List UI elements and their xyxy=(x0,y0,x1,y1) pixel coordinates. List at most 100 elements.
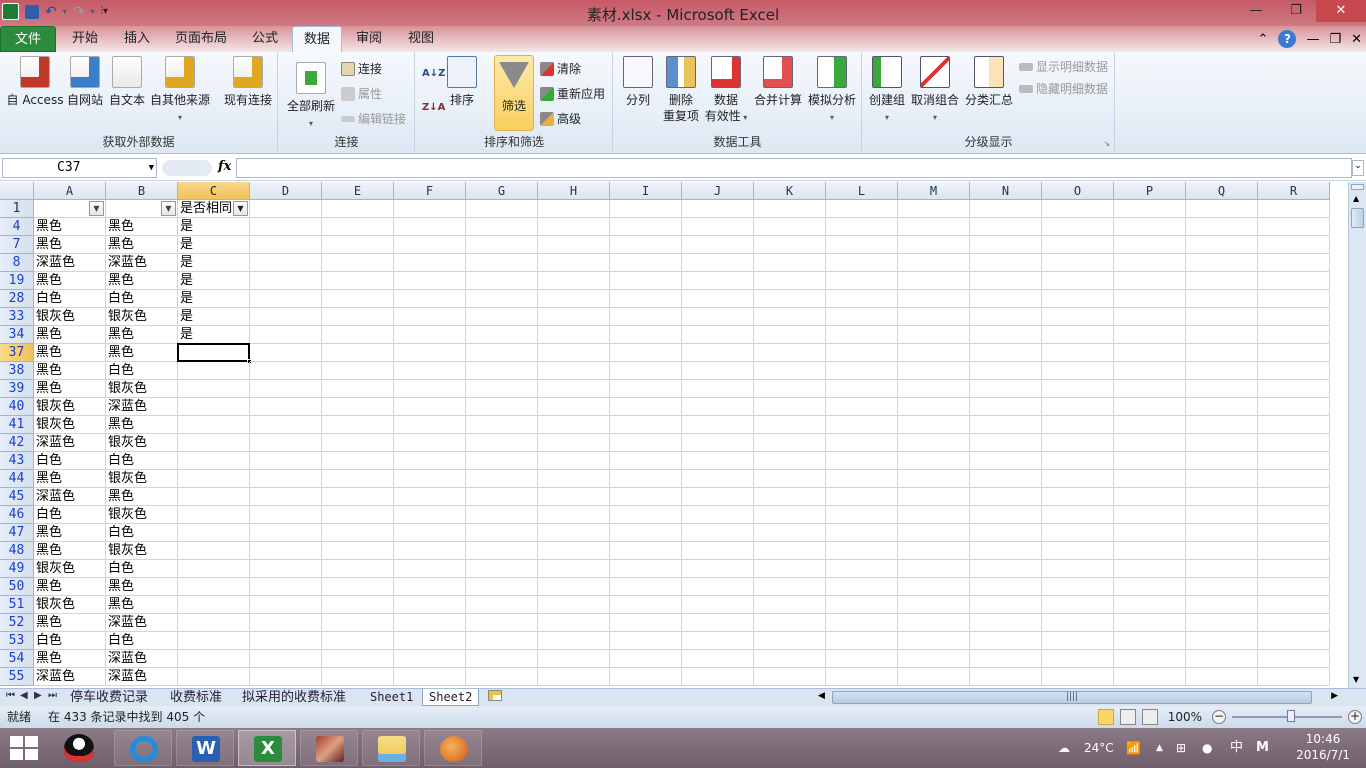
cell[interactable] xyxy=(178,434,250,452)
help-icon[interactable]: ? xyxy=(1278,30,1297,48)
cell[interactable] xyxy=(178,542,250,560)
cell[interactable] xyxy=(322,452,394,470)
from-other-sources-button[interactable]: 自其他来源 ▾ xyxy=(148,56,212,126)
cell[interactable] xyxy=(970,542,1042,560)
cell[interactable] xyxy=(754,650,826,668)
cell[interactable] xyxy=(1258,272,1330,290)
cell[interactable] xyxy=(322,272,394,290)
cell[interactable] xyxy=(1186,596,1258,614)
cell[interactable] xyxy=(754,308,826,326)
cell[interactable] xyxy=(970,452,1042,470)
cell[interactable] xyxy=(322,416,394,434)
cell[interactable] xyxy=(538,596,610,614)
taskbar-app[interactable] xyxy=(424,730,482,766)
cell[interactable] xyxy=(610,290,682,308)
cell[interactable] xyxy=(394,470,466,488)
cell[interactable]: 白色 xyxy=(106,632,178,650)
cell[interactable] xyxy=(1042,614,1114,632)
cell[interactable] xyxy=(1114,578,1186,596)
cell[interactable] xyxy=(682,632,754,650)
cell[interactable] xyxy=(970,254,1042,272)
cell[interactable] xyxy=(610,380,682,398)
cell[interactable]: 银灰色 xyxy=(106,542,178,560)
workbook-minimize-button[interactable]: — xyxy=(1306,32,1319,47)
cell[interactable] xyxy=(754,614,826,632)
cell[interactable] xyxy=(538,488,610,506)
row-header[interactable]: 51 xyxy=(0,596,34,614)
cell[interactable] xyxy=(1186,380,1258,398)
cell[interactable]: 黑色 xyxy=(106,272,178,290)
cell[interactable] xyxy=(250,542,322,560)
cell[interactable] xyxy=(1258,542,1330,560)
cell[interactable]: 深蓝色 xyxy=(34,668,106,686)
cell[interactable] xyxy=(1042,416,1114,434)
cell[interactable] xyxy=(1186,452,1258,470)
page-break-view-button[interactable] xyxy=(1141,709,1158,725)
remove-duplicates-button[interactable]: 删除 重复项 xyxy=(660,56,702,124)
cell[interactable] xyxy=(754,560,826,578)
cell[interactable] xyxy=(1114,290,1186,308)
cell[interactable] xyxy=(682,326,754,344)
cell[interactable] xyxy=(1114,416,1186,434)
cell[interactable] xyxy=(466,272,538,290)
cell[interactable] xyxy=(754,506,826,524)
cell[interactable] xyxy=(682,290,754,308)
cell[interactable] xyxy=(466,362,538,380)
cell[interactable] xyxy=(538,398,610,416)
cell[interactable] xyxy=(1258,488,1330,506)
cell[interactable] xyxy=(322,236,394,254)
cell[interactable] xyxy=(610,218,682,236)
cell[interactable]: 黑色 xyxy=(34,650,106,668)
cell[interactable] xyxy=(898,632,970,650)
tab-data[interactable]: 数据 xyxy=(292,26,342,52)
cell[interactable]: 黑色 xyxy=(106,218,178,236)
cell[interactable]: 深蓝色 xyxy=(106,254,178,272)
cell[interactable]: 是 xyxy=(178,290,250,308)
row-header[interactable]: 8 xyxy=(0,254,34,272)
row-header[interactable]: 1 xyxy=(0,200,34,218)
cell[interactable] xyxy=(682,596,754,614)
sheet-tab[interactable]: 停车收费记录 xyxy=(64,689,154,706)
row-header[interactable]: 46 xyxy=(0,506,34,524)
cell[interactable] xyxy=(1042,488,1114,506)
cell[interactable]: 白色 xyxy=(34,632,106,650)
cell[interactable] xyxy=(538,452,610,470)
zoom-slider[interactable] xyxy=(1232,710,1342,722)
collapse-ribbon-icon[interactable]: ⌃ xyxy=(1258,32,1269,47)
cell[interactable] xyxy=(1042,398,1114,416)
cell[interactable] xyxy=(538,416,610,434)
cell[interactable] xyxy=(682,614,754,632)
cell[interactable] xyxy=(1042,362,1114,380)
horizontal-scrollbar[interactable]: ◀ |||| ▶ xyxy=(810,690,1346,705)
sheet-tab[interactable]: 收费标准 xyxy=(164,689,228,706)
filter-header-cell[interactable] xyxy=(322,200,394,218)
cell[interactable] xyxy=(682,488,754,506)
vertical-scroll-thumb[interactable] xyxy=(1351,208,1364,228)
cell[interactable] xyxy=(466,542,538,560)
row-header[interactable]: 41 xyxy=(0,416,34,434)
weather-temperature[interactable]: 24°C xyxy=(1084,728,1114,768)
cell[interactable] xyxy=(394,524,466,542)
zoom-out-button[interactable]: − xyxy=(1212,710,1226,724)
cell[interactable] xyxy=(1186,524,1258,542)
filter-header-cell[interactable] xyxy=(826,200,898,218)
cell[interactable]: 黑色 xyxy=(106,578,178,596)
row-header[interactable]: 19 xyxy=(0,272,34,290)
cell[interactable] xyxy=(1042,542,1114,560)
cell[interactable] xyxy=(538,632,610,650)
cell[interactable] xyxy=(1186,236,1258,254)
cell[interactable] xyxy=(250,578,322,596)
cell[interactable] xyxy=(394,614,466,632)
cell[interactable] xyxy=(250,596,322,614)
cell[interactable] xyxy=(682,668,754,686)
cell[interactable] xyxy=(1114,362,1186,380)
cell[interactable] xyxy=(322,326,394,344)
cell[interactable] xyxy=(322,632,394,650)
filter-header-cell[interactable] xyxy=(1114,200,1186,218)
cell[interactable]: 银灰色 xyxy=(34,308,106,326)
cell[interactable] xyxy=(466,632,538,650)
cell[interactable]: 黑色 xyxy=(34,542,106,560)
row-header[interactable]: 45 xyxy=(0,488,34,506)
cell[interactable] xyxy=(1186,254,1258,272)
cell[interactable] xyxy=(466,560,538,578)
